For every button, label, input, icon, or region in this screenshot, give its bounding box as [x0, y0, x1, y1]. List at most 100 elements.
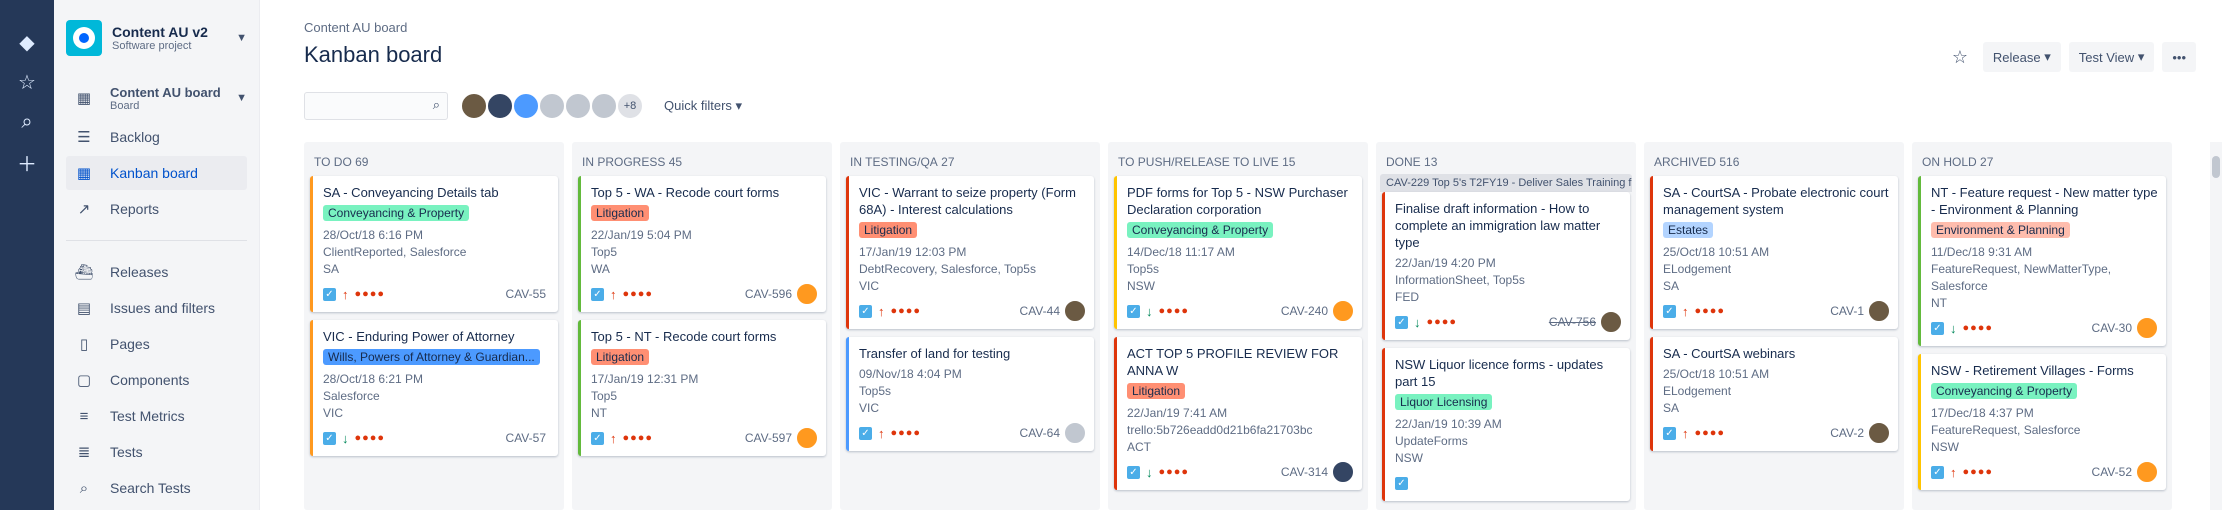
issue-card[interactable]: SA - Conveyancing Details tab Conveyancin… — [310, 176, 558, 312]
sidebar-item-kanban-board[interactable]: ▦ Kanban board — [66, 156, 247, 190]
board-selector[interactable]: ▦ Content AU board Board ▼ — [66, 78, 247, 118]
issue-tags: ClientReported, Salesforce — [323, 245, 467, 259]
issue-key[interactable]: CAV-314 — [1281, 465, 1328, 479]
epic-label: Litigation — [859, 222, 918, 238]
issue-card[interactable]: PDF forms for Top 5 - NSW Purchaser Decl… — [1114, 176, 1362, 329]
issue-key[interactable]: CAV-64 — [1020, 426, 1060, 440]
column-count: 69 — [355, 155, 369, 169]
avatar[interactable] — [538, 92, 566, 120]
issue-key[interactable]: CAV-2 — [1830, 426, 1864, 440]
avatar[interactable] — [512, 92, 540, 120]
board-column: IN PROGRESS 45 Top 5 - WA - Recode court … — [572, 142, 832, 510]
sidebar-item-label: Issues and filters — [110, 300, 216, 316]
issue-key[interactable]: CAV-756 — [1549, 315, 1596, 329]
avatar[interactable] — [486, 92, 514, 120]
issue-card[interactable]: Top 5 - NT - Recode court forms Litigatio… — [578, 320, 826, 456]
sidebar-item-releases[interactable]: ⛴ Releases — [66, 255, 247, 289]
assignee-avatar[interactable] — [1332, 300, 1354, 322]
component-icon: ▢ — [76, 372, 92, 389]
issue-card[interactable]: VIC - Warrant to seize property (Form 68… — [846, 176, 1094, 329]
view-button[interactable]: Test View ▾ — [2068, 42, 2155, 72]
search-input[interactable] — [305, 93, 423, 119]
scrollbar-thumb[interactable] — [2212, 156, 2220, 178]
more-button[interactable]: ••• — [2162, 42, 2196, 72]
issue-state: SA — [1663, 401, 1680, 415]
breadcrumb[interactable]: Content AU board — [304, 20, 407, 35]
release-button[interactable]: Release ▾ — [1982, 42, 2061, 72]
issue-key[interactable]: CAV-597 — [745, 431, 792, 445]
issue-key[interactable]: CAV-1 — [1830, 304, 1864, 318]
issue-card[interactable]: Transfer of land for testing 09/Nov/18 4:… — [846, 337, 1094, 451]
sidebar-item-backlog[interactable]: ☰ Backlog — [66, 120, 247, 154]
assignee-avatar[interactable] — [1600, 311, 1622, 333]
assignee-avatar[interactable] — [2136, 461, 2158, 483]
project-selector[interactable]: Content AU v2 Software project ▼ — [66, 20, 247, 56]
create-icon[interactable]: ＋ — [11, 146, 43, 178]
issue-key[interactable]: CAV-52 — [2092, 465, 2132, 479]
days-in-column-icon: ●●●● — [890, 305, 922, 317]
issue-card[interactable]: NT - Feature request - New matter type -… — [1918, 176, 2166, 346]
issue-card[interactable]: Top 5 - WA - Recode court forms Litigatio… — [578, 176, 826, 312]
caret-down-icon: ▾ — [2044, 49, 2051, 64]
avatar[interactable] — [460, 92, 488, 120]
issue-key[interactable]: CAV-44 — [1020, 304, 1060, 318]
assignee-avatar[interactable] — [2136, 317, 2158, 339]
assignee-avatar[interactable] — [796, 283, 818, 305]
search-icon[interactable]: ⌕ — [11, 106, 43, 138]
assignee-avatar[interactable] — [1332, 461, 1354, 483]
issue-key[interactable]: CAV-30 — [2092, 321, 2132, 335]
avatar[interactable] — [564, 92, 592, 120]
star-board-icon[interactable]: ☆ — [1945, 42, 1975, 72]
sidebar-item-components[interactable]: ▢ Components — [66, 363, 247, 397]
priority-low-icon: ↓ — [1146, 303, 1153, 319]
assignee-avatar[interactable] — [1064, 422, 1086, 444]
sidebar-item-label: Releases — [110, 264, 169, 280]
sidebar-item-issues-and-filters[interactable]: ▤ Issues and filters — [66, 291, 247, 325]
issue-card[interactable]: NSW Liquor licence forms - updates part … — [1382, 348, 1630, 501]
priority-low-icon: ↓ — [1950, 320, 1957, 336]
column-title: IN PROGRESS — [582, 155, 666, 169]
issue-date: 22/Jan/19 5:04 PM — [591, 228, 692, 242]
issue-tags: Top5 — [591, 389, 618, 403]
assignee-avatar[interactable] — [1064, 300, 1086, 322]
sidebar-item-test-metrics[interactable]: ≡ Test Metrics — [66, 399, 247, 433]
issue-key[interactable]: CAV-55 — [506, 287, 546, 301]
ship-icon: ⛴ — [74, 264, 94, 281]
issue-summary: VIC - Warrant to seize property (Form 68… — [859, 185, 1076, 217]
jira-logo-icon[interactable]: ◆ — [11, 26, 43, 58]
more-people-button[interactable]: +8 — [616, 92, 644, 120]
board-icon: ▦ — [76, 90, 92, 107]
sidebar-item-reports[interactable]: ↗ Reports — [66, 192, 247, 226]
quick-filters-button[interactable]: Quick filters ▾ — [664, 98, 742, 114]
avatar[interactable] — [590, 92, 618, 120]
top-actions: ☆ Release ▾ Test View ▾ ••• — [1945, 42, 2196, 72]
sidebar-item-label: Tests — [110, 444, 143, 460]
issue-key[interactable]: CAV-57 — [506, 431, 546, 445]
issue-date: 17/Jan/19 12:31 PM — [591, 372, 699, 386]
card-footer: ✓ ↑ ●●●● CAV-64 — [859, 422, 1086, 444]
sidebar-item-search-tests[interactable]: ⌕ Search Tests — [66, 471, 247, 505]
issue-card[interactable]: ACT TOP 5 PROFILE REVIEW FOR ANNA W Litig… — [1114, 337, 1362, 490]
issue-key[interactable]: CAV-596 — [745, 287, 792, 301]
sidebar-item-pages[interactable]: ▯ Pages — [66, 327, 247, 361]
board-scrollbar[interactable] — [2210, 142, 2222, 510]
swimlane-header[interactable]: CAV-229 Top 5's T2FY19 - Deliver Sales T… — [1380, 174, 1632, 192]
reports-icon: ↗ — [77, 201, 91, 218]
assignee-avatar[interactable] — [796, 427, 818, 449]
issue-card[interactable]: NSW - Retirement Villages - Forms Conveya… — [1918, 354, 2166, 490]
issue-card[interactable]: VIC - Enduring Power of Attorney Wills, P… — [310, 320, 558, 456]
issue-type-icon: ✓ — [1127, 465, 1140, 479]
assignee-avatar[interactable] — [1868, 300, 1890, 322]
sidebar-item-tests[interactable]: ≣ Tests — [66, 435, 247, 469]
star-icon[interactable]: ☆ — [11, 66, 43, 98]
board-name: Content AU board — [110, 84, 221, 100]
search-box: ⌕ — [304, 92, 448, 120]
assignee-avatar[interactable] — [1868, 422, 1890, 444]
issue-summary: VIC - Enduring Power of Attorney — [323, 329, 515, 344]
issue-card[interactable]: SA - CourtSA webinars 25/Oct/18 10:51 AM E… — [1650, 337, 1898, 451]
issue-key[interactable]: CAV-240 — [1281, 304, 1328, 318]
issue-type-icon: ✓ — [591, 431, 604, 445]
issue-date: 25/Oct/18 10:51 AM — [1663, 245, 1770, 259]
issue-card[interactable]: Finalise draft information - How to comp… — [1382, 192, 1630, 340]
issue-card[interactable]: SA - CourtSA - Probate electronic court … — [1650, 176, 1898, 329]
